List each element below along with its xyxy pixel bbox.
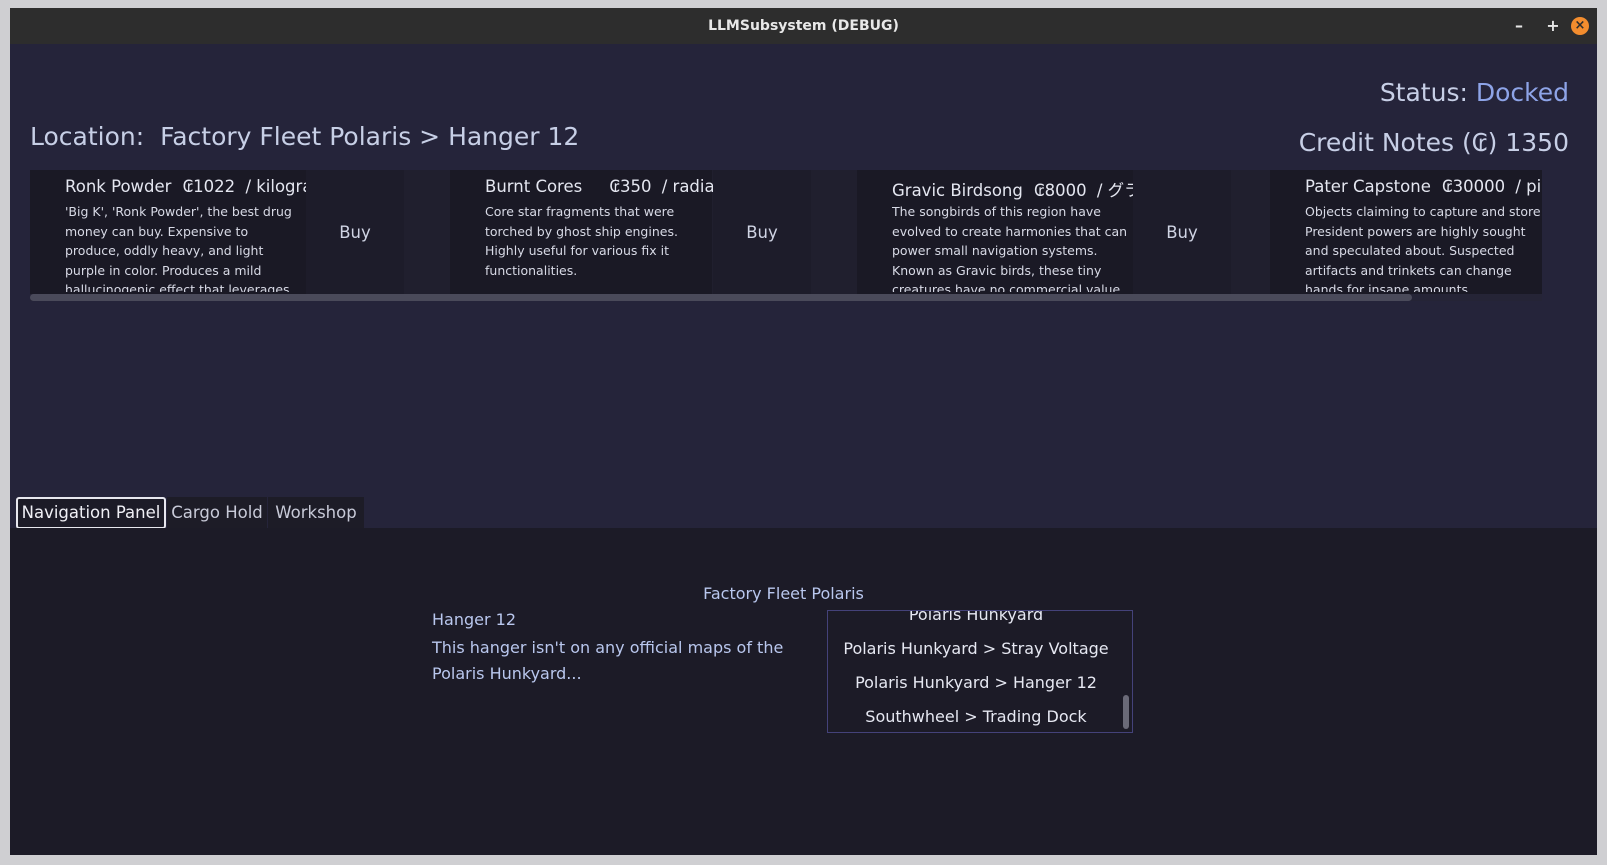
title-bar[interactable]: LLMSubsystem (DEBUG) – + × [10, 8, 1597, 45]
route-item[interactable]: Polaris Hunkyard > Hanger 12 [828, 673, 1124, 692]
good-card-gravic-birdsong: Gravic Birdsong ₢8000 / グラム The songbird… [857, 170, 1157, 295]
good-price: ₢350 [609, 177, 652, 196]
good-card-pater-capstone: Pater Capstone ₢30000 / piece Objects cl… [1270, 170, 1542, 295]
good-header: Burnt Cores ₢350 / radians [485, 177, 734, 196]
tab-workshop[interactable]: Workshop [268, 497, 364, 529]
good-price: ₢1022 [182, 177, 236, 196]
good-name: Burnt Cores [485, 177, 583, 196]
good-description: Objects claiming to capture and store Pr… [1305, 204, 1541, 292]
status-display: Status: Docked [1380, 78, 1569, 107]
buy-button-burnt-cores[interactable]: Buy [713, 170, 811, 295]
tab-navigation-panel[interactable]: Navigation Panel [16, 497, 166, 529]
good-unit: / piece [1515, 177, 1542, 196]
good-description: Core star fragments that were torched by… [485, 204, 678, 278]
good-card-ronk-powder: Ronk Powder ₢1022 / kilogram 'Big K', 'R… [30, 170, 329, 295]
good-price: ₢8000 [1034, 181, 1087, 200]
location-display: Location: Factory Fleet Polaris > Hanger… [30, 122, 579, 151]
route-item[interactable]: Southwheel > Trading Dock [828, 707, 1124, 726]
good-name: Ronk Powder [65, 177, 172, 196]
good-header: Pater Capstone ₢30000 / piece [1305, 177, 1542, 196]
status-value: Docked [1475, 78, 1569, 107]
location-label: Location: [30, 122, 145, 151]
route-item[interactable]: Polaris Hunkyard [828, 611, 1124, 624]
minimize-button[interactable]: – [1509, 16, 1529, 36]
credits-label: Credit Notes (₢) [1298, 128, 1498, 157]
maximize-button[interactable]: + [1543, 16, 1563, 36]
status-label: Status: [1379, 78, 1468, 107]
good-price: ₢30000 [1442, 177, 1506, 196]
navigation-panel: Factory Fleet Polaris Hanger 12 This han… [10, 528, 1597, 855]
credits-value: 1350 [1505, 128, 1569, 157]
goods-scroll-list[interactable]: Ronk Powder ₢1022 / kilogram 'Big K', 'R… [30, 170, 1542, 301]
good-name: Pater Capstone [1305, 177, 1431, 196]
close-button[interactable]: × [1571, 17, 1589, 35]
destination-description: This hanger isn't on any official maps o… [432, 638, 784, 683]
good-description: The songbirds of this region have evolve… [892, 204, 1128, 292]
good-card-burnt-cores: Burnt Cores ₢350 / radians Core star fra… [450, 170, 734, 295]
buy-button-ronk-powder[interactable]: Buy [306, 170, 404, 295]
good-description: 'Big K', 'Ronk Powder', the best drug mo… [65, 204, 292, 292]
window-title: LLMSubsystem (DEBUG) [708, 18, 899, 34]
tab-cargo-hold[interactable]: Cargo Hold [167, 497, 267, 529]
good-header: Ronk Powder ₢1022 / kilogram [65, 177, 329, 196]
good-name: Gravic Birdsong [892, 181, 1023, 200]
market-panel: Status: Docked Location: Factory Fleet P… [10, 44, 1597, 536]
horizontal-scrollbar-thumb[interactable] [30, 294, 1412, 301]
route-item[interactable]: Polaris Hunkyard > Stray Voltage [828, 639, 1124, 658]
destination-name: Hanger 12 [432, 610, 516, 629]
buy-button-gravic-birdsong[interactable]: Buy [1133, 170, 1231, 295]
vertical-scrollbar-thumb[interactable] [1123, 695, 1129, 729]
system-name: Factory Fleet Polaris [703, 584, 864, 603]
good-header: Gravic Birdsong ₢8000 / グラム [892, 177, 1157, 201]
location-value: Factory Fleet Polaris > Hanger 12 [160, 122, 580, 151]
route-list[interactable]: Polaris Hunkyard Polaris Hunkyard > Stra… [827, 610, 1133, 733]
credits-display: Credit Notes (₢) 1350 [1299, 128, 1569, 157]
app-window: LLMSubsystem (DEBUG) – + × Status: Docke… [10, 8, 1597, 855]
